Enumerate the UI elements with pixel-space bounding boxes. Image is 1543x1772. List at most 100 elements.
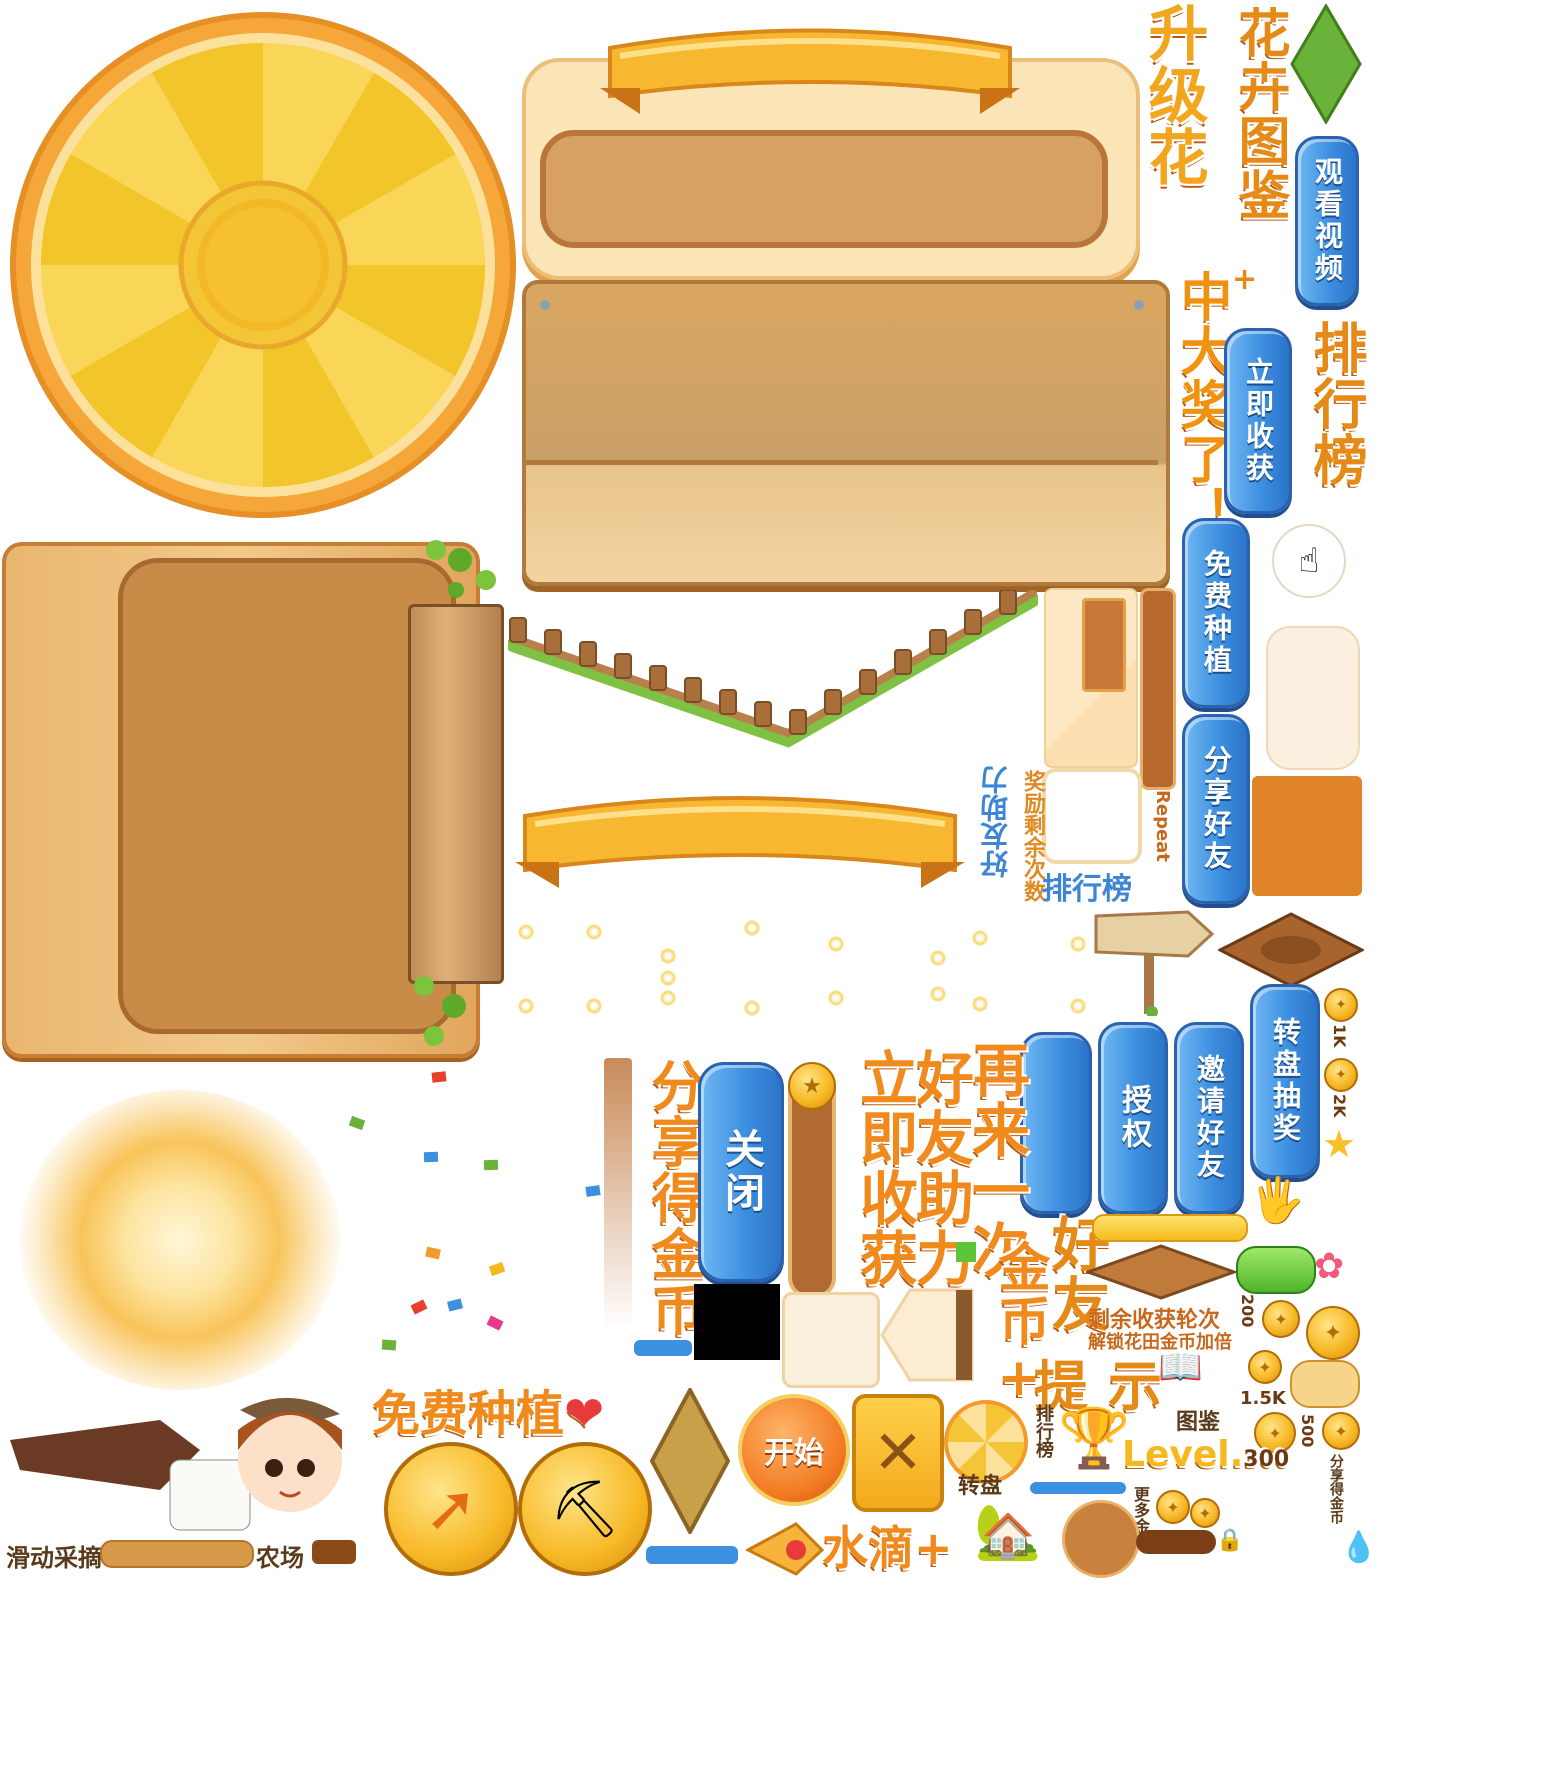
- green-diamond-icon: [1290, 3, 1362, 125]
- orange-swatch: [1252, 776, 1362, 896]
- coin-icon: ✦: [1324, 1058, 1358, 1092]
- fence-decoration: [506, 589, 1040, 760]
- coin-icon: ✦: [1156, 1490, 1190, 1524]
- vertical-bar: [1140, 588, 1176, 790]
- sparkle-dot: [828, 990, 844, 1006]
- coin-value-500: 500: [1298, 1414, 1317, 1448]
- fence-post: [754, 701, 772, 727]
- vine-icon: [404, 966, 494, 1056]
- confetti-piece: [446, 1298, 464, 1312]
- title-harvest-now: 立即收获: [850, 1048, 918, 1288]
- harvest-now-button[interactable]: 立即收获: [1224, 328, 1292, 514]
- coin-icon: ✦: [1324, 988, 1358, 1022]
- flower-icon: ✿: [1314, 1246, 1345, 1287]
- free-plant-button[interactable]: 免费种植: [1182, 518, 1250, 708]
- cream-tag: [880, 1288, 974, 1382]
- green-square-icon: [956, 1242, 976, 1262]
- guide-icon[interactable]: 📖: [1158, 1346, 1238, 1406]
- fence-post: [509, 617, 527, 643]
- coin-icon: ✦: [1322, 1412, 1360, 1450]
- nail-icon: [1134, 300, 1144, 310]
- glove-icon: 🖐: [1250, 1175, 1305, 1226]
- green-pill-icon: [1236, 1246, 1316, 1294]
- title-upgrade-flower: 升级花: [1138, 2, 1208, 188]
- wood-post: [408, 604, 504, 984]
- authorize-button[interactable]: 授权: [1098, 1022, 1168, 1214]
- sparkle-dot: [660, 970, 676, 986]
- fence-post: [929, 629, 947, 655]
- watch-video-button[interactable]: 观看视频: [1295, 136, 1359, 306]
- invite-friend-button[interactable]: 邀请好友: [1174, 1022, 1244, 1214]
- wheel-lottery-button[interactable]: 转盘抽奖: [1250, 984, 1320, 1178]
- lock-icon: 🔒: [1216, 1528, 1244, 1553]
- confetti-piece: [425, 1246, 441, 1260]
- sparkle-dot: [1070, 998, 1086, 1014]
- level-number: 300: [1243, 1447, 1290, 1472]
- fence-post: [579, 641, 597, 667]
- ranking-small-label: 排行榜: [1042, 872, 1132, 907]
- blue-bar-small: [634, 1340, 692, 1356]
- brown-bar: [604, 1058, 632, 1344]
- lucky-wheel[interactable]: [8, 10, 518, 520]
- brown-pill: [1136, 1530, 1216, 1554]
- confetti-piece: [488, 1261, 506, 1277]
- droplet-icon: 💧: [1340, 1530, 1378, 1565]
- sparkle-dot: [586, 998, 602, 1014]
- sparkle-dot: [828, 936, 844, 952]
- fence-post: [684, 677, 702, 703]
- share-get-coins-label: 分享得金币: [1328, 1454, 1344, 1524]
- coin-value-1k: 1K: [1330, 1024, 1349, 1048]
- fence-post: [544, 629, 562, 655]
- confetti-piece: [410, 1299, 428, 1315]
- reward-box: [1042, 768, 1142, 864]
- sparkle-dot: [660, 948, 676, 964]
- close-button[interactable]: 关闭: [698, 1062, 784, 1282]
- confetti-piece: [431, 1071, 447, 1083]
- oval-tag: [1290, 1360, 1360, 1408]
- start-button[interactable]: 开始: [738, 1394, 850, 1506]
- confetti-piece: [348, 1115, 366, 1131]
- shovel-button[interactable]: ⛏: [518, 1442, 652, 1576]
- wood-board-divider: [526, 460, 1158, 465]
- fence-post: [964, 609, 982, 635]
- sparkle-dot: [744, 920, 760, 936]
- coin-value-200: 200: [1238, 1294, 1257, 1328]
- fence-post: [894, 649, 912, 675]
- soil-diamond-icon: [649, 1385, 731, 1537]
- ribbon-banner-top: [600, 18, 1020, 114]
- brown-tile: [1083, 1244, 1239, 1300]
- fence-post: [824, 689, 842, 715]
- coin-icon: ★: [788, 1062, 836, 1110]
- share-friend-button[interactable]: 分享好友: [1182, 714, 1250, 904]
- soil-tile: [1216, 912, 1366, 988]
- sun-glow-effect: [20, 1090, 340, 1390]
- coin-value-1-5k: 1.5K: [1240, 1388, 1286, 1409]
- sparkle-dot: [1070, 936, 1086, 952]
- sparkle-dot: [744, 1000, 760, 1016]
- repeat-label: Repeat: [1152, 790, 1173, 862]
- round-tile: [1062, 1500, 1140, 1578]
- coin-icon: ✦: [1306, 1306, 1360, 1360]
- progress-fill-swatch: [1082, 598, 1126, 692]
- signpost-icon: [1092, 908, 1216, 1018]
- coin-icon: ✦: [1190, 1498, 1220, 1528]
- farmhouse-icon: 🏡: [974, 1500, 1042, 1563]
- confetti-piece: [423, 1151, 439, 1163]
- sparkle-dot: [930, 986, 946, 1002]
- speech-bubble: [1266, 626, 1360, 770]
- farm-label: 农场: [256, 1544, 304, 1572]
- heart-icon: ❤: [564, 1386, 605, 1442]
- yellow-bar: [1092, 1214, 1248, 1242]
- fence-post: [859, 669, 877, 695]
- wood-board: [522, 280, 1170, 586]
- confetti-piece: [381, 1339, 397, 1351]
- close-x-button[interactable]: ✕: [852, 1394, 944, 1512]
- title-flower-guide: 花卉图鉴: [1229, 6, 1289, 222]
- cream-square: [782, 1292, 880, 1388]
- star-icon: ★: [1322, 1122, 1357, 1166]
- fence-post: [649, 665, 667, 691]
- fence-post: [999, 589, 1017, 615]
- sparkle-dot: [518, 998, 534, 1014]
- friend-help-small: 好友助力: [979, 766, 1012, 878]
- upgrade-arrow-button[interactable]: ➚: [384, 1442, 518, 1576]
